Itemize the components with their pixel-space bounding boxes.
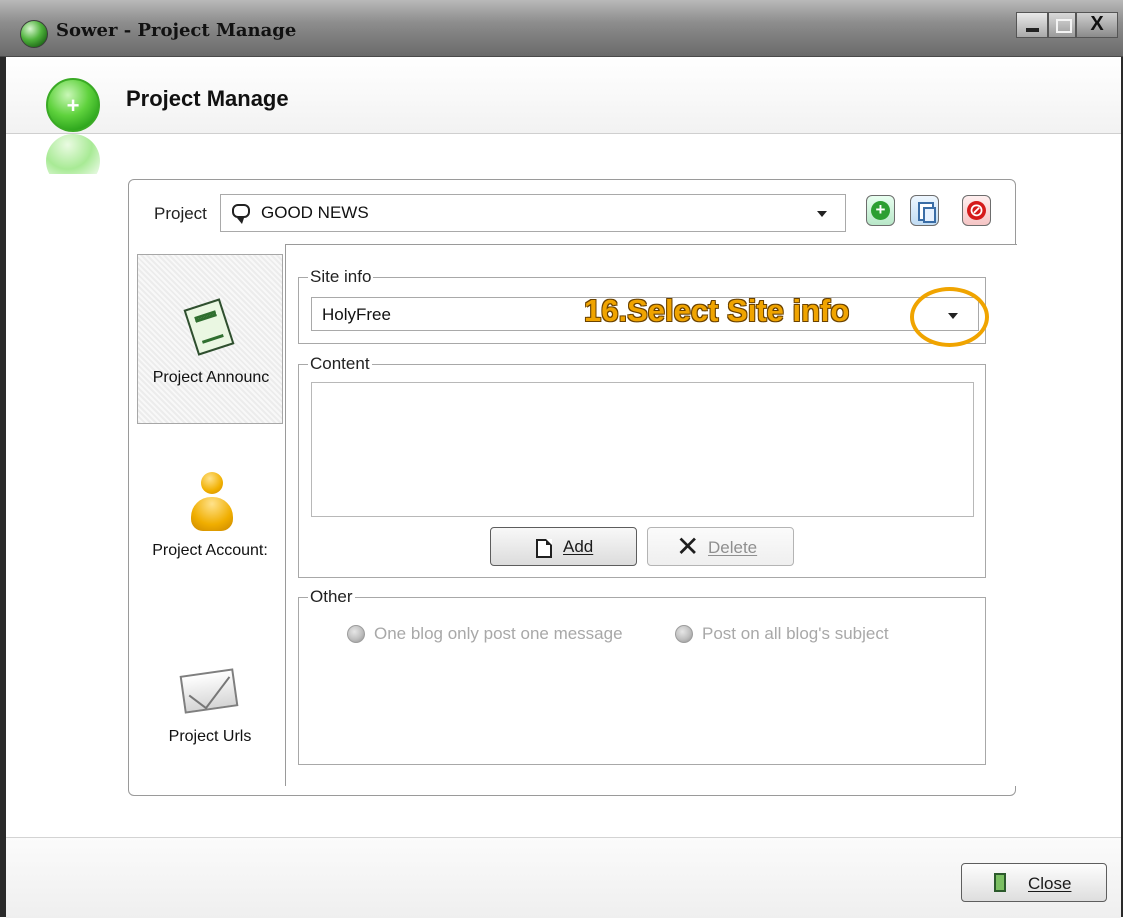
- site-info-legend: Site info: [308, 267, 374, 287]
- sidebar-item-project-announcement[interactable]: Project Announc: [137, 254, 283, 424]
- copy-project-icon: [918, 202, 936, 223]
- add-project-icon: +: [871, 201, 890, 220]
- chevron-down-icon[interactable]: [817, 211, 827, 217]
- delete-project-icon: ⊘: [967, 200, 986, 220]
- site-info-selected-value: HolyFree: [322, 305, 391, 324]
- sidebar-item-label: Project Announc: [152, 369, 270, 386]
- delete-button-label: Delete: [708, 538, 758, 557]
- delete-x-icon: ✕: [676, 531, 700, 562]
- person-icon: [191, 472, 233, 532]
- project-manage-logo-icon: +: [46, 78, 100, 132]
- all-subject-radio-label: Post on all blog's subject: [702, 624, 889, 643]
- add-button-label: Add: [563, 537, 594, 556]
- project-select[interactable]: GOOD NEWS: [220, 194, 846, 232]
- annotation-highlight-circle: [910, 287, 989, 347]
- maximize-button[interactable]: [1048, 12, 1076, 38]
- copy-project-button[interactable]: [910, 195, 939, 226]
- sidebar-item-label: Project Urls: [168, 728, 252, 745]
- project-selected-value: GOOD NEWS: [261, 203, 369, 222]
- one-message-radio-label: One blog only post one message: [374, 624, 623, 643]
- add-project-button[interactable]: +: [866, 195, 895, 226]
- close-button[interactable]: Close: [961, 863, 1107, 902]
- logo-reflection: [46, 134, 100, 174]
- content-list[interactable]: [311, 382, 974, 517]
- radio-button-icon[interactable]: [347, 625, 365, 643]
- other-legend: Other: [308, 587, 355, 607]
- sidebar-item-project-urls[interactable]: Project Urls: [137, 656, 283, 786]
- project-sidebar: Project Announc Project Account: Project…: [137, 246, 283, 783]
- page-title: Project Manage: [126, 86, 289, 111]
- window-close-button[interactable]: X: [1076, 12, 1118, 38]
- content-legend: Content: [308, 354, 372, 374]
- envelope-icon: [179, 668, 239, 714]
- window-titlebar[interactable]: Sower - Project Manage X: [0, 0, 1123, 57]
- sidebar-item-label: Project Account:: [152, 542, 268, 559]
- announcement-icon: [183, 298, 235, 356]
- dialog-footer: [6, 837, 1121, 918]
- new-page-icon: [536, 539, 552, 558]
- one-message-radio[interactable]: One blog only post one message: [347, 624, 647, 646]
- instruction-annotation: 16.Select Site info: [584, 293, 850, 328]
- sidebar-item-project-account[interactable]: Project Account:: [137, 472, 283, 592]
- add-content-button[interactable]: Add: [490, 527, 637, 566]
- delete-project-button[interactable]: ⊘: [962, 195, 991, 226]
- speech-bubble-icon: [232, 204, 250, 224]
- all-subject-radio[interactable]: Post on all blog's subject: [675, 624, 935, 646]
- other-groupbox: Other: [298, 587, 986, 765]
- delete-content-button[interactable]: ✕ Delete: [647, 527, 794, 566]
- window-title: Sower - Project Manage: [56, 20, 297, 41]
- radio-button-icon[interactable]: [675, 625, 693, 643]
- close-button-label: Close: [1028, 874, 1072, 893]
- minimize-button[interactable]: [1016, 12, 1048, 38]
- project-label: Project: [154, 204, 207, 223]
- exit-door-icon: [994, 873, 1006, 892]
- app-globe-icon: [20, 20, 48, 48]
